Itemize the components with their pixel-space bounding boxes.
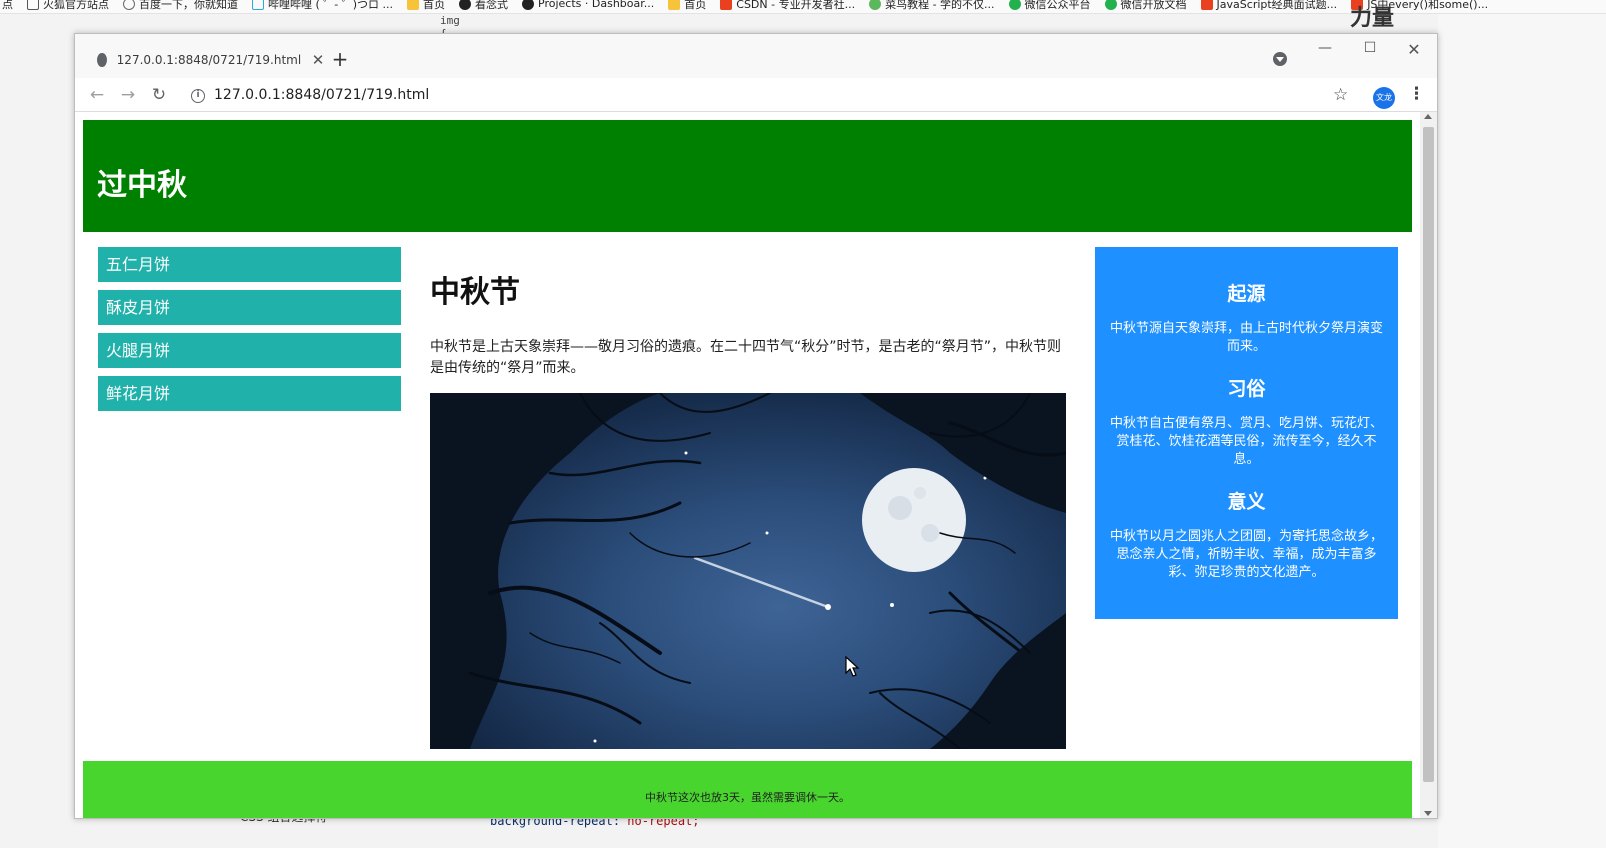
sidebar-heading-customs: 习俗	[1227, 378, 1266, 400]
bookmark-item[interactable]: JavaScript经典面试题...	[1200, 0, 1337, 12]
background-text: 力量	[1350, 6, 1395, 31]
runoob-icon	[869, 0, 882, 10]
moon-night-image	[430, 393, 1066, 749]
bookmark-item[interactable]: Projects · Dashboar...	[522, 0, 654, 10]
bookmark-item[interactable]: 微信开放文档	[1104, 0, 1187, 12]
vertical-scrollbar[interactable]	[1420, 112, 1437, 818]
close-window-icon[interactable]: ✕	[1404, 40, 1424, 59]
bookmark-item[interactable]: 菜鸟教程 - 学的不仅...	[869, 0, 995, 12]
background-window-strip	[1438, 14, 1606, 848]
bookmark-item[interactable]: CSDN - 专业开发者社...	[720, 0, 855, 12]
nav-item-xianhua[interactable]: 鲜花月饼	[98, 376, 401, 411]
tree-branches	[430, 393, 1066, 749]
browser-window: 127.0.0.1:8848/0721/719.html ✕ + — ☐ ✕ ←…	[74, 33, 1438, 819]
page-title: 过中秋	[97, 168, 187, 203]
bookmark-item[interactable]: 看念式	[459, 0, 508, 12]
sidebar-text-meaning: 中秋节以月之圆兆人之团圆，为寄托思念故乡，思念亲人之情，祈盼丰收、幸福，成为丰富…	[1109, 529, 1383, 580]
tiktok-icon	[459, 0, 472, 10]
page-icon	[27, 0, 39, 10]
bookmark-star-icon[interactable]: ☆	[1333, 85, 1348, 105]
page-viewport: 过中秋 五仁月饼 酥皮月饼 火腿月饼 鲜花月饼 中秋节 中秋节是上古天象崇拜——…	[75, 112, 1437, 818]
left-nav: 五仁月饼 酥皮月饼 火腿月饼 鲜花月饼	[98, 247, 401, 419]
page-header: 过中秋	[83, 120, 1412, 232]
bookmark-item[interactable]: 百度一下，你就知道	[123, 0, 238, 12]
tab-title: 127.0.0.1:8848/0721/719.html	[116, 53, 302, 67]
bookmark-item[interactable]: 首页	[407, 0, 445, 12]
nav-item-huotui[interactable]: 火腿月饼	[98, 333, 401, 368]
mouse-cursor-icon	[845, 656, 860, 677]
moon-shape	[862, 468, 966, 572]
sidebar-heading-meaning: 意义	[1227, 491, 1266, 513]
folder-icon	[668, 0, 681, 10]
page-footer: 中秋节这次也放3天，虽然需要调休一天。	[83, 761, 1412, 818]
scroll-down-icon[interactable]	[1424, 811, 1432, 816]
tiktok-icon	[522, 0, 535, 10]
minimize-icon[interactable]: —	[1315, 40, 1335, 56]
main-article: 中秋节 中秋节是上古天象崇拜——敬月习俗的遗痕。在二十四节气“秋分”时节，是古老…	[430, 267, 1066, 749]
globe-icon	[123, 0, 135, 10]
site-info-icon[interactable]: i	[191, 89, 205, 103]
bookmark-item[interactable]: 哔哩哔哩 ( ゜- ゜)つロ ...	[252, 0, 393, 12]
forward-icon[interactable]: →	[117, 84, 139, 106]
bookmark-item[interactable]: 微信公众平台	[1008, 0, 1091, 12]
scroll-thumb[interactable]	[1423, 127, 1434, 782]
new-tab-icon[interactable]: +	[329, 48, 351, 70]
tab-strip: 127.0.0.1:8848/0721/719.html ✕ + — ☐ ✕	[75, 34, 1437, 78]
browser-toolbar: ← → ↻ i 127.0.0.1:8848/0721/719.html ☆ 文…	[75, 78, 1437, 112]
nav-item-wuren[interactable]: 五仁月饼	[98, 247, 401, 282]
menu-icon[interactable]: ⋮	[1408, 84, 1425, 104]
article-text: 中秋节是上古天象崇拜——敬月习俗的遗痕。在二十四节气“秋分”时节，是古老的“祭月…	[430, 339, 1062, 376]
bilibili-icon	[252, 0, 264, 10]
footer-text: 中秋节这次也放3天，虽然需要调休一天。	[645, 791, 850, 804]
bookmark-icon	[1200, 0, 1213, 10]
folder-icon	[407, 0, 420, 10]
sidebar-text-customs: 中秋节自古便有祭月、赏月、吃月饼、玩花灯、赏桂花、饮桂花酒等民俗，流传至今，经久…	[1109, 416, 1383, 467]
browser-tab[interactable]: 127.0.0.1:8848/0721/719.html ✕	[85, 42, 325, 78]
tab-search-icon[interactable]	[1273, 52, 1287, 66]
sidebar-text-origin: 中秋节源自天象崇拜，由上古时代秋夕祭月演变而来。	[1109, 321, 1383, 354]
sidebar-heading-origin: 起源	[1227, 283, 1266, 305]
avatar[interactable]: 文龙	[1373, 87, 1395, 109]
globe-icon	[97, 53, 107, 67]
address-bar[interactable]: 127.0.0.1:8848/0721/719.html	[214, 87, 429, 103]
wechat-icon	[1008, 0, 1021, 10]
csdn-icon	[720, 0, 733, 10]
bookmark-item[interactable]: 首页	[668, 0, 706, 12]
maximize-icon[interactable]: ☐	[1360, 40, 1380, 56]
night-sky-illustration	[430, 393, 1066, 749]
background-code-snippet: img {	[440, 14, 460, 40]
back-icon[interactable]: ←	[86, 84, 108, 106]
reload-icon[interactable]: ↻	[148, 84, 170, 106]
shooting-star	[693, 556, 830, 609]
scroll-up-icon[interactable]	[1424, 114, 1432, 119]
article-title: 中秋节	[430, 275, 520, 310]
wechat-icon	[1104, 0, 1117, 10]
nav-item-supi[interactable]: 酥皮月饼	[98, 290, 401, 325]
bookmark-item[interactable]: 点	[2, 0, 13, 12]
info-sidebar: 起源 中秋节源自天象崇拜，由上古时代秋夕祭月演变而来。 习俗 中秋节自古便有祭月…	[1095, 247, 1398, 619]
close-tab-icon[interactable]: ✕	[311, 51, 325, 69]
bookmark-item[interactable]: 火狐官方站点	[27, 0, 109, 12]
